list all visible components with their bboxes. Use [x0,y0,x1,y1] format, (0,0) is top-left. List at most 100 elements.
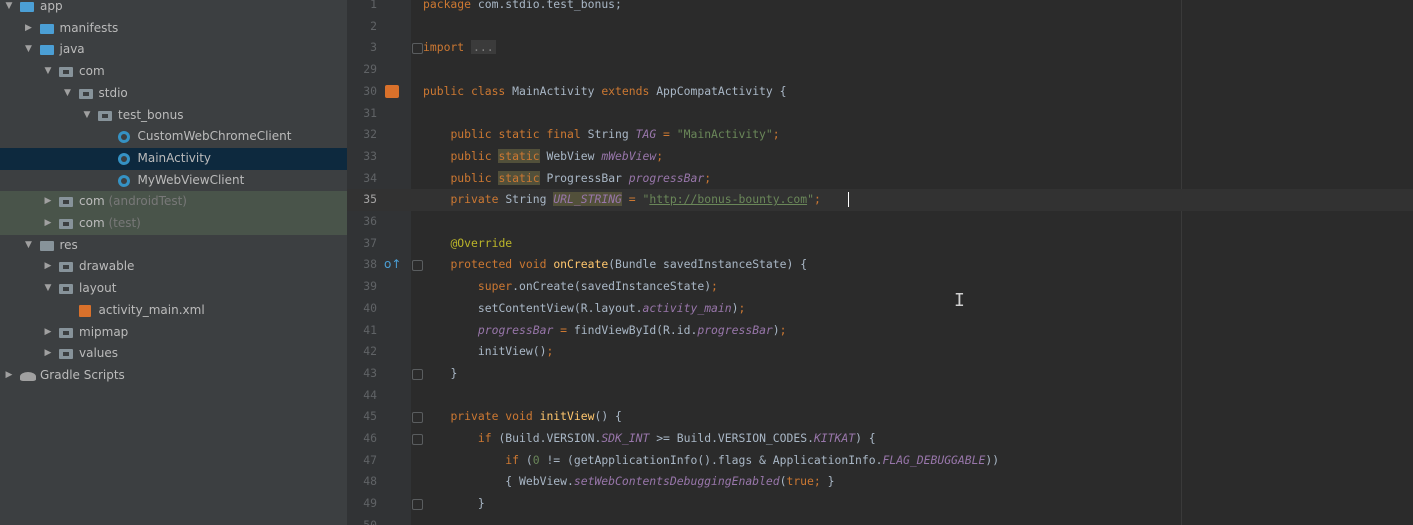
code-line[interactable]: 50 [347,515,1413,525]
chevron-down-icon[interactable]: ▼ [24,39,34,61]
tree-item-label: com [79,64,105,79]
code-text: import ... [423,40,496,55]
fold-toggle-icon[interactable] [412,434,423,445]
code-line[interactable]: 36 [347,211,1413,233]
tree-stdio[interactable]: ▼ stdio [0,83,347,105]
tree-test-bonus[interactable]: ▼ test_bonus [0,105,347,127]
tree-item-label: stdio [98,85,128,100]
code-line[interactable]: 3 import ... [347,37,1413,59]
line-number: 44 [363,387,377,402]
fold-toggle-icon[interactable] [412,499,423,511]
code-text: { WebView.setWebContentsDebuggingEnabled… [505,474,835,489]
package-icon [59,349,73,360]
code-editor[interactable]: 1 package com.stdio.test_bonus; 2 3 import .… [347,0,1413,525]
tree-item-label: java [59,42,85,57]
tree-item-label: CustomWebChromeClient [137,129,292,144]
tree-com-android-test[interactable]: ▶ com (androidTest) [0,191,347,213]
package-icon [59,262,73,273]
code-line[interactable]: 29 [347,59,1413,81]
line-number: 46 [363,431,377,445]
chevron-right-icon[interactable]: ▶ [43,343,53,365]
code-line[interactable]: 39 super.onCreate(savedInstanceState); [347,276,1413,298]
line-number: 35 [363,192,377,207]
package-icon [59,197,73,208]
code-line[interactable]: 33 public static WebView mWebView; [347,146,1413,168]
chevron-down-icon[interactable]: ▼ [43,61,53,83]
code-line[interactable]: 48 { WebView.setWebContentsDebuggingEnab… [347,471,1413,493]
code-text: } [477,496,485,511]
code-line[interactable]: 49 } [347,493,1413,515]
code-line[interactable]: 44 [347,385,1413,407]
package-icon [59,284,73,295]
tree-item-label: app [40,0,63,13]
tree-com[interactable]: ▼ com [0,61,347,83]
code-line[interactable]: 38 protected void onCreate(Bundle savedI… [347,254,1413,276]
package-icon [59,327,73,338]
tree-java[interactable]: ▼ java [0,39,347,61]
code-line[interactable]: 35 private String URL_STRING = "http://b… [347,189,1413,211]
tree-drawable[interactable]: ▶ drawable [0,256,347,278]
tree-app[interactable]: ▼ app [0,0,347,18]
code-line[interactable]: 42 initView(); [347,341,1413,363]
chevron-right-icon[interactable]: ▶ [43,191,53,213]
chevron-down-icon[interactable]: ▼ [4,0,14,18]
code-line[interactable]: 30 public class MainActivity extends AppC… [347,81,1413,103]
fold-toggle-icon[interactable] [412,412,423,424]
line-number: 38 [363,257,377,272]
activity-gutter-icon[interactable] [385,84,399,98]
tree-res[interactable]: ▼ res [0,235,347,257]
source-folder-icon [39,45,54,56]
chevron-right-icon[interactable]: ▶ [4,365,14,387]
line-number: 29 [363,62,377,77]
chevron-right-icon[interactable]: ▶ [24,18,34,40]
tree-layout[interactable]: ▼ layout [0,278,347,300]
tree-manifests[interactable]: ▶ manifests [0,18,347,40]
fold-toggle-icon[interactable] [412,368,423,380]
tree-gradle-scripts[interactable]: ▶ Gradle Scripts [0,365,347,387]
chevron-down-icon[interactable]: ▼ [24,235,34,257]
chevron-right-icon[interactable]: ▶ [43,256,53,278]
tree-com-test[interactable]: ▶ com (test) [0,213,347,235]
tree-values[interactable]: ▶ values [0,343,347,365]
chevron-down-icon[interactable]: ▼ [63,83,73,105]
tree-my-web-view-client[interactable]: MyWebViewClient [0,170,347,192]
project-tree-panel[interactable]: ▼ app ▶ manifests ▼ java ▼ com ▼ stdio ▼ test_bonus… [0,0,347,525]
code-line[interactable]: 37 @Override [347,233,1413,255]
chevron-right-icon[interactable]: ▶ [43,213,53,235]
line-number: 31 [363,105,377,120]
tree-item-label: mipmap [79,324,129,339]
fold-toggle-icon[interactable] [412,43,423,55]
tree-mipmap[interactable]: ▶ mipmap [0,322,347,344]
code-line[interactable]: 41 progressBar = findViewById(R.id.progr… [347,320,1413,342]
chevron-down-icon[interactable]: ▼ [43,278,53,300]
code-line[interactable]: 34 public static ProgressBar progressBar… [347,168,1413,190]
code-line[interactable]: 32 public static final String TAG = "Mai… [347,124,1413,146]
tree-activity-main-xml[interactable]: activity_main.xml [0,300,347,322]
line-number: 36 [363,214,377,228]
fold-toggle-icon[interactable] [412,260,423,272]
chevron-down-icon[interactable]: ▼ [82,105,92,127]
tree-item-label: com (androidTest) [79,194,187,209]
code-text: if (0 != (getApplicationInfo().flags & A… [505,452,1000,467]
code-line[interactable]: 47 if (0 != (getApplicationInfo().flags … [347,450,1413,472]
code-line[interactable]: 31 [347,103,1413,125]
code-line[interactable]: 46 if (Build.VERSION.SDK_INT >= Build.VE… [347,428,1413,450]
code-line[interactable]: 2 [347,16,1413,38]
code-line[interactable]: 45 private void initView() { [347,406,1413,428]
code-line[interactable]: 43 } [347,363,1413,385]
code-text: initView(); [477,344,554,359]
line-number: 45 [363,409,377,424]
line-number: 1 [370,0,377,11]
xml-file-icon [78,304,91,317]
line-number: 47 [363,452,377,467]
chevron-right-icon[interactable]: ▶ [43,322,53,344]
line-number: 2 [370,18,377,33]
package-icon [78,88,93,99]
override-gutter-icon[interactable]: o↑ [384,257,401,271]
tree-main-activity[interactable]: MainActivity [0,147,347,170]
tree-custom-web-chrome-client[interactable]: CustomWebChromeClient [0,126,347,148]
code-line[interactable]: 1 package com.stdio.test_bonus; [347,0,1413,16]
code-text: progressBar = findViewById(R.id.progress… [477,322,787,337]
code-line[interactable]: 40 setContentView(R.layout.activity_main… [347,298,1413,320]
tree-item-label: MainActivity [137,150,212,165]
